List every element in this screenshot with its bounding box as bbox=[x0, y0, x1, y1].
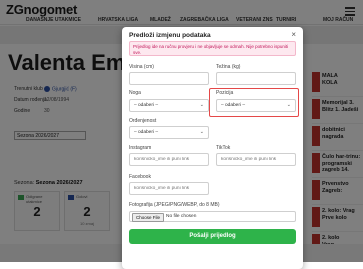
weight-input[interactable] bbox=[216, 72, 296, 85]
position-label: Pozicija bbox=[216, 90, 234, 96]
facebook-input[interactable] bbox=[129, 182, 209, 195]
chevron-down-icon: ⌄ bbox=[286, 102, 291, 108]
experience-label: Orđenjenost bbox=[129, 118, 157, 124]
foot-label: Noga bbox=[129, 90, 141, 96]
close-icon[interactable]: × bbox=[291, 30, 296, 40]
height-label: Visina (cm) bbox=[129, 64, 154, 70]
photo-file-input[interactable]: Choose File No file chosen bbox=[129, 211, 296, 222]
instagram-label: Instagram bbox=[129, 145, 152, 151]
suggest-edit-modal: Predloži izmjenu podataka × Prijedlog id… bbox=[122, 27, 303, 269]
instagram-input[interactable] bbox=[129, 153, 209, 166]
experience-select[interactable]: – odaberi – ⌄ bbox=[129, 126, 209, 139]
height-input[interactable] bbox=[129, 72, 209, 85]
modal-title: Predloži izmjenu podataka bbox=[129, 32, 211, 39]
choose-file-button[interactable]: Choose File bbox=[132, 213, 165, 222]
info-alert: Prijedlog ide na ručnu provjeru i ne obj… bbox=[129, 41, 296, 56]
facebook-label: Facebook bbox=[129, 174, 151, 180]
chevron-down-icon: ⌄ bbox=[199, 102, 204, 108]
file-status: No file chosen bbox=[166, 214, 197, 219]
position-select[interactable]: – odaberi – ⌄ bbox=[216, 99, 296, 112]
photo-label: Fotografija (JPEG/PNG/WEBP, do 8 MB) bbox=[129, 202, 220, 208]
chevron-down-icon: ⌄ bbox=[199, 129, 204, 135]
foot-select[interactable]: – odaberi – ⌄ bbox=[129, 99, 209, 112]
weight-label: Težina (kg) bbox=[216, 64, 241, 70]
tiktok-label: TikTok bbox=[216, 145, 231, 151]
tiktok-input[interactable] bbox=[216, 153, 296, 166]
submit-button[interactable]: Pošalji prijedlog bbox=[129, 229, 296, 244]
